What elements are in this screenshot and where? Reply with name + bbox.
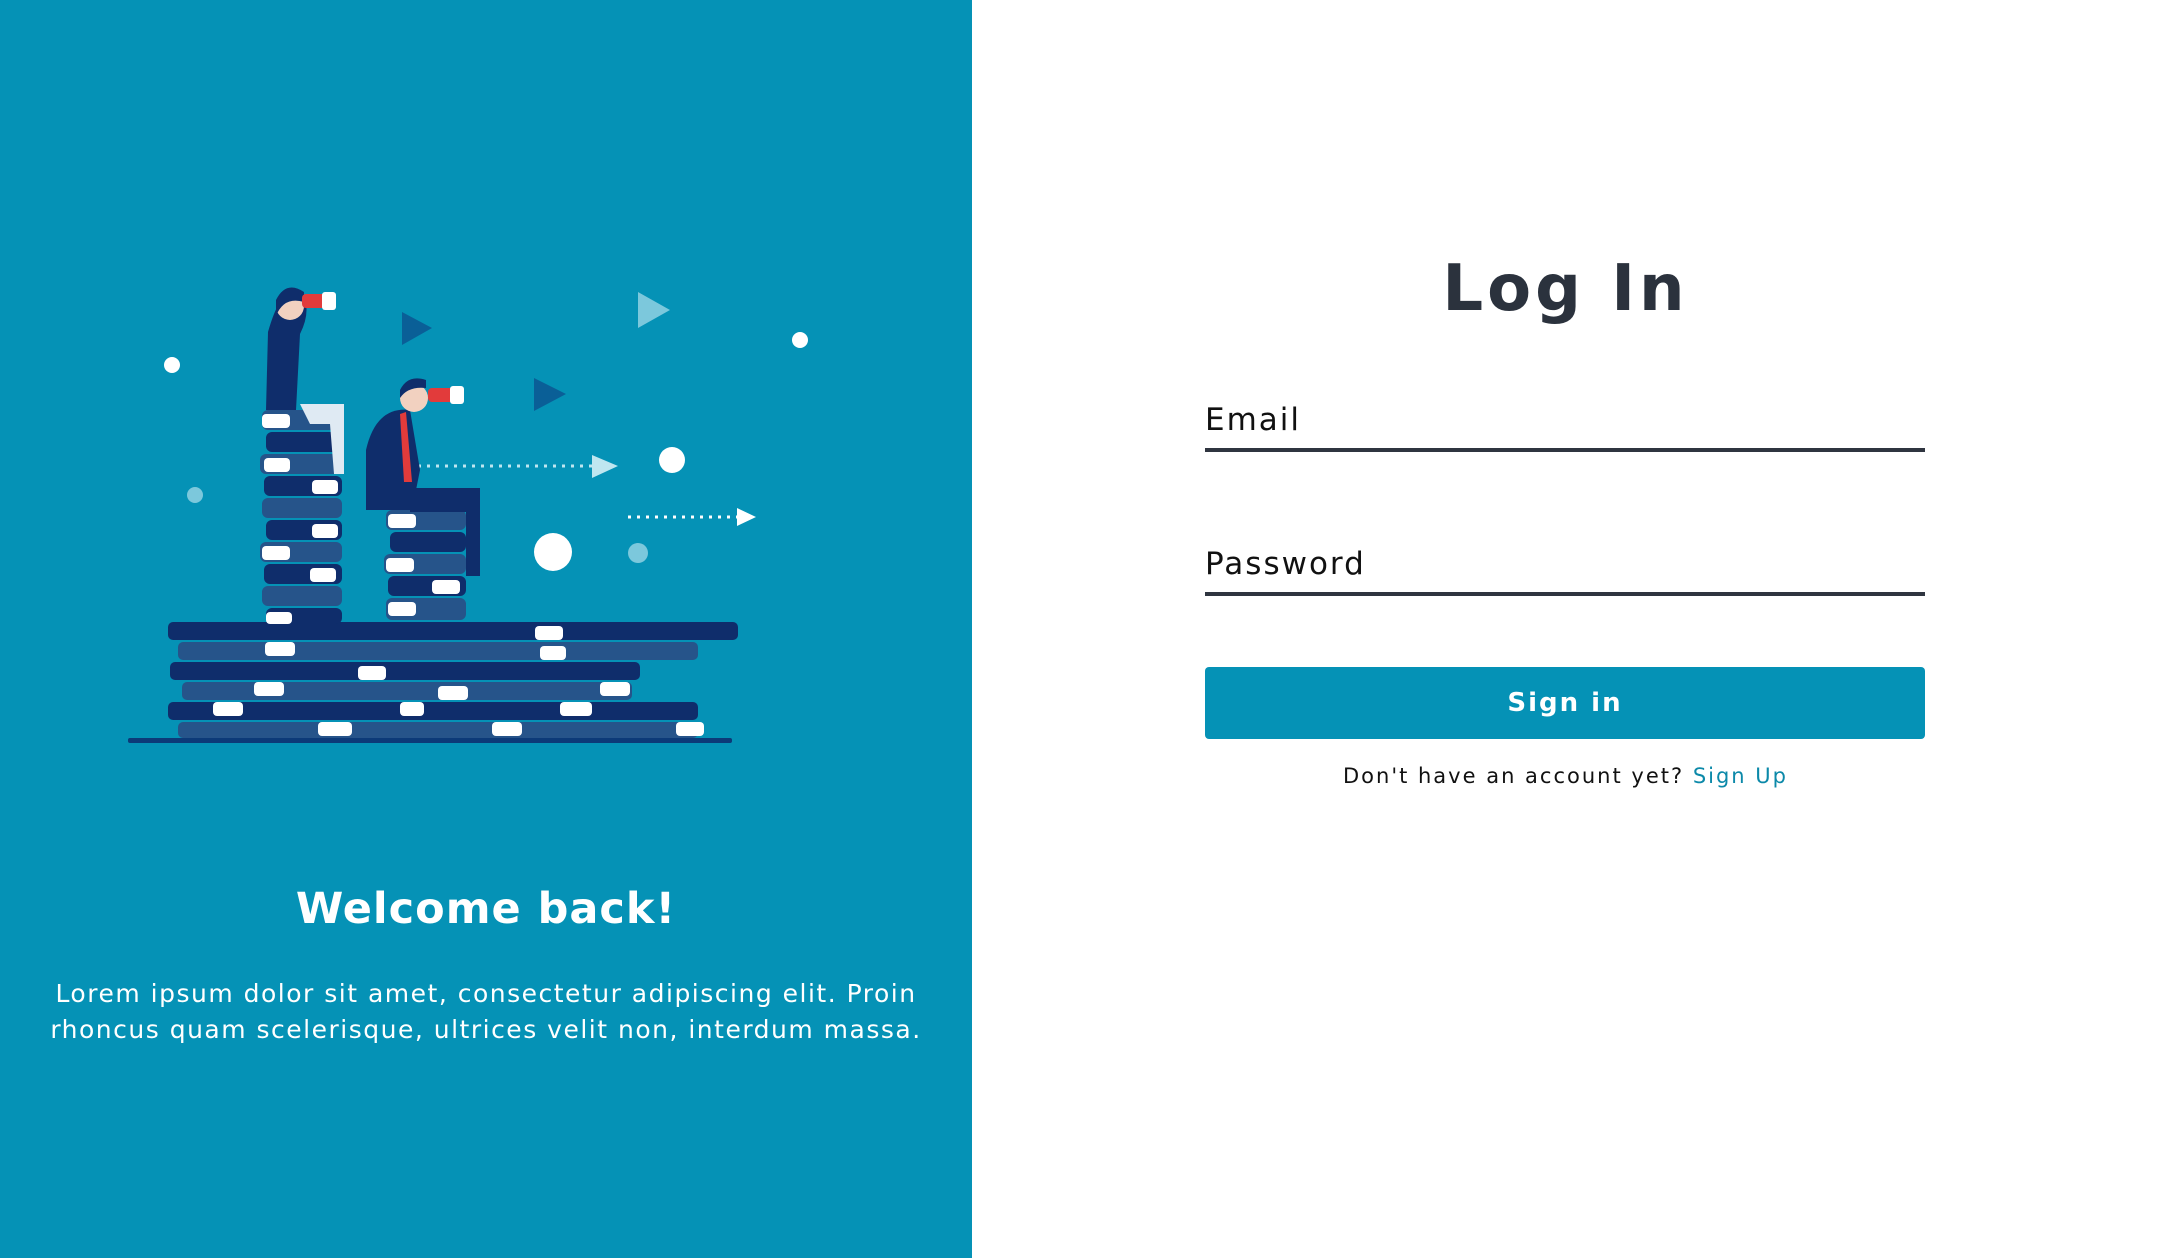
signup-prompt-row: Don't have an account yet? Sign Up [972,764,2159,788]
people-on-books-with-binoculars-illustration [128,287,808,743]
login-page: Welcome back! Lorem ipsum dolor sit amet… [0,0,2159,1258]
email-field [1205,392,1925,452]
email-input[interactable] [1205,392,1925,448]
sign-up-link[interactable]: Sign Up [1693,764,1788,788]
welcome-panel: Welcome back! Lorem ipsum dolor sit amet… [0,0,972,1258]
welcome-heading: Welcome back! [295,884,677,934]
login-panel: Log In Sign in Don't have an account yet… [972,0,2159,1258]
sign-in-button[interactable]: Sign in [1205,667,1925,739]
password-field [1205,536,1925,596]
password-input[interactable] [1205,536,1925,592]
welcome-description: Lorem ipsum dolor sit amet, consectetur … [50,979,922,1044]
signup-prompt-text: Don't have an account yet? [1342,764,1685,788]
login-title: Log In [1442,252,1689,326]
